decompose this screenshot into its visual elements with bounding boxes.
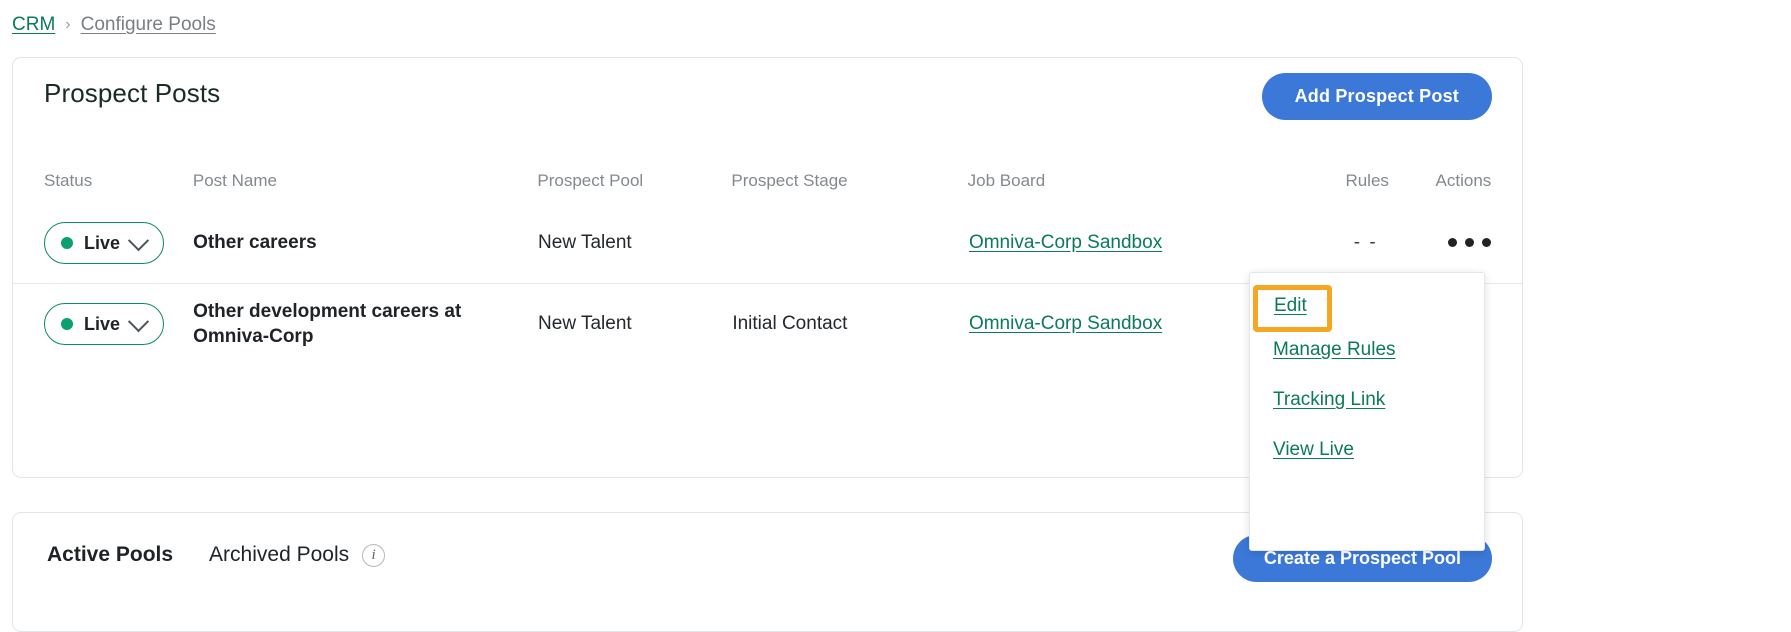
tab-active-pools[interactable]: Active Pools	[47, 543, 173, 567]
page-title: Prospect Posts	[44, 78, 221, 108]
table-header-row: Status Post Name Prospect Pool Prospect …	[13, 159, 1522, 203]
column-header-post-name: Post Name	[192, 171, 277, 190]
rules-value: - -	[1353, 232, 1378, 253]
status-dot-icon	[61, 237, 73, 249]
info-icon[interactable]: i	[362, 543, 386, 567]
job-board-link[interactable]: Omniva-Corp Sandbox	[969, 313, 1162, 334]
breadcrumb-chevron-right-icon: ›	[65, 16, 71, 33]
column-header-status: Status	[44, 171, 93, 190]
tab-archived-pools[interactable]: Archived Pools	[209, 543, 349, 567]
add-prospect-post-button[interactable]: Add Prospect Post	[1261, 73, 1492, 120]
kebab-dot-3	[1481, 238, 1491, 247]
prospect-pool-cell: New Talent	[538, 313, 732, 335]
kebab-dot-2	[1464, 238, 1474, 247]
menu-item-manage-rules[interactable]: Manage Rules	[1273, 339, 1396, 361]
status-cell: Live	[13, 222, 193, 264]
kebab-dot-1	[1447, 238, 1457, 247]
job-board-cell: Omniva-Corp Sandbox	[969, 232, 1315, 254]
status-badge-dropdown[interactable]: Live	[44, 222, 165, 264]
post-name-text: Other careers	[193, 232, 317, 254]
status-badge-dropdown[interactable]: Live	[44, 303, 165, 345]
actions-cell	[1416, 234, 1522, 252]
prospect-pool-text: New Talent	[538, 313, 632, 334]
column-header-prospect-pool: Prospect Pool	[537, 171, 644, 190]
breadcrumb-link-crm[interactable]: CRM	[12, 14, 55, 36]
prospect-pool-cell: New Talent	[538, 232, 732, 254]
column-header-rules: Rules	[1345, 171, 1389, 190]
column-header-job-board: Job Board	[967, 171, 1046, 190]
status-cell: Live	[13, 303, 193, 345]
column-header-actions: Actions	[1435, 171, 1492, 190]
job-board-link[interactable]: Omniva-Corp Sandbox	[969, 232, 1162, 253]
tab-archived-pools-group: Archived Pools i	[209, 543, 386, 567]
prospect-pool-text: New Talent	[538, 232, 632, 253]
chevron-down-icon	[127, 229, 150, 251]
post-name-text: Other development careers at Omniva-Corp	[193, 300, 462, 347]
row-actions-menu-icon[interactable]	[1447, 238, 1491, 247]
post-name-cell: Other careers	[193, 230, 538, 255]
post-name-cell: Other development careers at Omniva-Corp	[193, 299, 538, 350]
rules-cell: - -	[1315, 232, 1416, 254]
status-badge-label: Live	[84, 313, 121, 334]
menu-item-tracking-link[interactable]: Tracking Link	[1273, 389, 1385, 411]
status-badge-label: Live	[84, 232, 121, 253]
focus-highlight-edit	[1253, 285, 1332, 332]
menu-item-view-live[interactable]: View Live	[1273, 439, 1354, 461]
column-header-prospect-stage: Prospect Stage	[731, 171, 848, 190]
status-dot-icon	[61, 318, 73, 330]
chevron-down-icon	[127, 310, 150, 332]
breadcrumb: CRM › Configure Pools	[12, 14, 216, 36]
pools-tabs: Active Pools Archived Pools i	[47, 543, 386, 567]
prospect-stage-text: Initial Contact	[732, 313, 848, 334]
breadcrumb-link-configure-pools[interactable]: Configure Pools	[81, 14, 216, 36]
table-row: Live Other careers New Talent Omniva-Cor…	[13, 203, 1522, 283]
prospect-stage-cell: Initial Contact	[732, 313, 969, 335]
